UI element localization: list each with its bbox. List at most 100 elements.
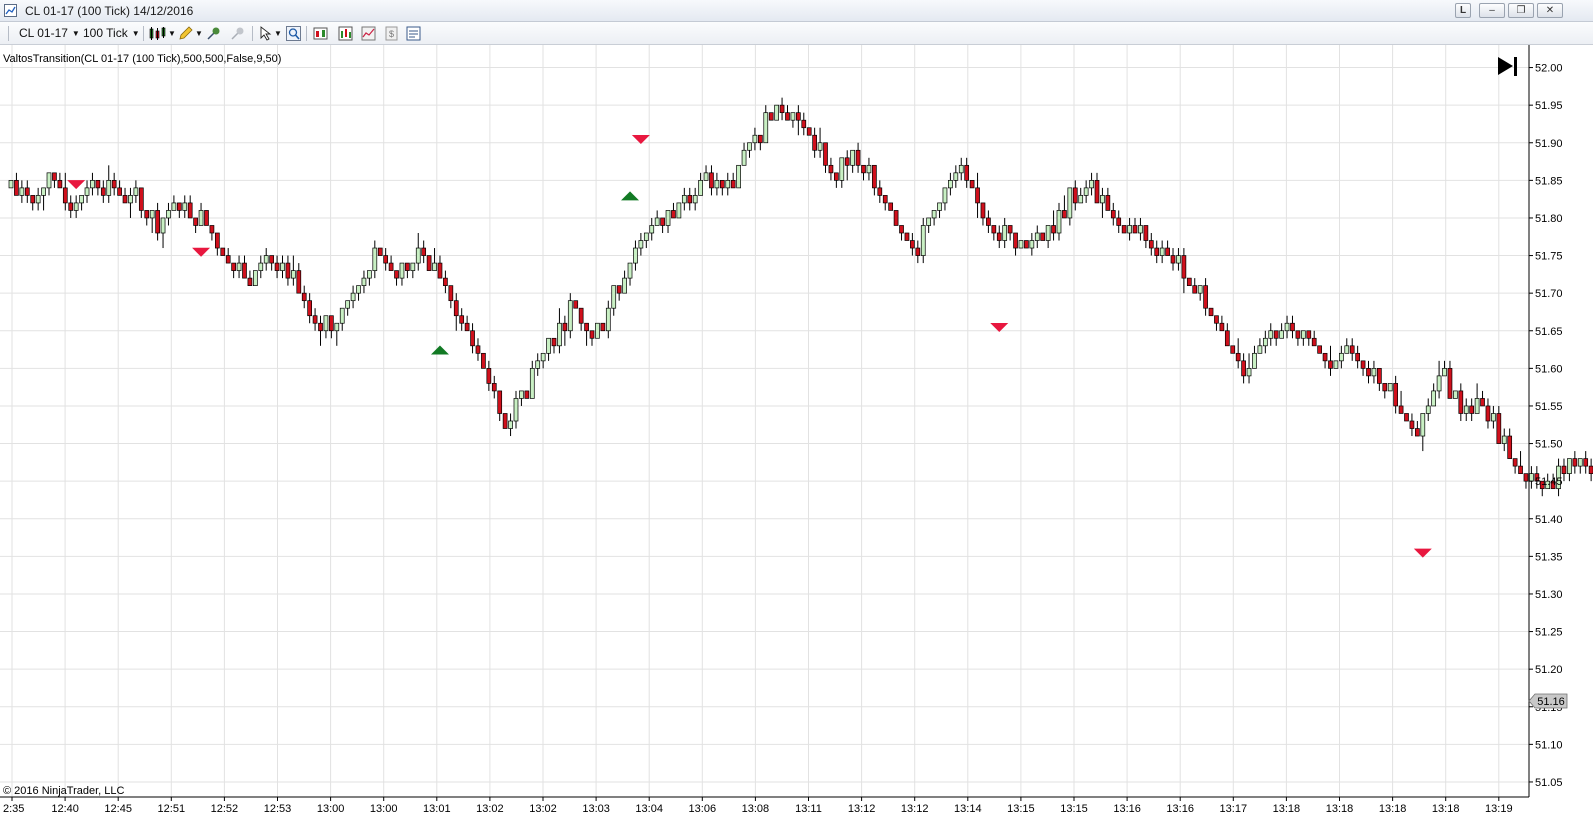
candle-up — [622, 277, 627, 294]
toolbar-separator — [252, 26, 253, 41]
candle-up — [703, 172, 709, 181]
candle-down — [584, 322, 589, 332]
candle-down — [307, 300, 312, 317]
candle-down — [247, 277, 253, 286]
candle-down — [220, 247, 226, 256]
candle-down — [562, 322, 568, 332]
chart-type-icon[interactable] — [149, 26, 167, 41]
candle-down — [1561, 465, 1567, 474]
candle-down — [394, 270, 399, 279]
candle-down — [193, 217, 198, 226]
indicators-icon[interactable] — [338, 26, 353, 41]
data-box-icon[interactable] — [313, 26, 328, 41]
candle-up — [1078, 195, 1084, 204]
cursor-icon[interactable] — [258, 26, 273, 41]
candle-up — [1100, 195, 1105, 204]
candle-up — [605, 307, 611, 332]
candle-down — [426, 255, 432, 271]
candle-up — [567, 300, 573, 332]
candle-up — [817, 142, 823, 151]
candle-down — [1143, 225, 1149, 241]
candle-down — [969, 180, 975, 189]
candle-down — [1051, 225, 1056, 234]
time-tick-label: 12:40 — [51, 803, 79, 815]
candle-down — [1230, 345, 1236, 354]
time-tick-label: 13:02 — [529, 803, 557, 815]
candle-down — [1458, 390, 1464, 414]
candle-down — [14, 180, 19, 196]
candle-down — [1382, 383, 1388, 392]
candle-down — [296, 270, 302, 294]
candle-up — [1344, 345, 1350, 354]
candle-down — [589, 330, 595, 339]
candle-down — [1165, 247, 1170, 256]
candle-up — [676, 202, 682, 219]
candle-down — [1512, 458, 1518, 467]
price-chart[interactable]: 52.00 51.95 51.90 51.85 51.80 51.75 51.70 51.65… — [0, 45, 1593, 834]
jump-to-end-icon[interactable] — [1498, 57, 1517, 76]
candle-down — [30, 195, 36, 204]
time-tick-label: 13:18 — [1326, 803, 1354, 815]
candle-down — [231, 262, 236, 271]
zoom-icon[interactable] — [286, 26, 301, 41]
candle-down — [986, 217, 991, 226]
minimize-button[interactable]: – — [1479, 3, 1505, 18]
candle-down — [1485, 405, 1491, 422]
candle-up — [643, 232, 649, 241]
candle-down — [768, 112, 774, 121]
time-axis[interactable]: 2:35 12:40 12:45 12:51 12:52 12:53 13:00 13:00 1… — [3, 797, 1513, 815]
candle-up — [253, 270, 258, 286]
candle-down — [801, 119, 807, 129]
price-tick-label: 51.95 — [1535, 100, 1563, 112]
candle-up — [698, 180, 703, 196]
candle-down — [1523, 473, 1529, 482]
time-tick-label: 13:18 — [1273, 803, 1301, 815]
candle-up — [1300, 330, 1306, 339]
candle-down — [24, 187, 30, 196]
price-axis[interactable]: 52.00 51.95 51.90 51.85 51.80 51.75 51.70 51.65… — [1529, 63, 1563, 789]
close-button[interactable]: ✕ — [1537, 3, 1563, 18]
time-tick-label: 13:15 — [1007, 803, 1035, 815]
candle-up — [926, 217, 932, 226]
pin-disabled-icon[interactable] — [230, 26, 245, 41]
candle-up — [350, 292, 356, 302]
candle-down — [1181, 255, 1187, 279]
strategies-icon[interactable] — [361, 26, 376, 41]
candle-up — [790, 112, 796, 121]
properties-icon[interactable]: $ — [384, 26, 399, 41]
instrument-selector[interactable]: CL 01-17 ▼ — [19, 25, 80, 42]
candle-down — [285, 262, 291, 279]
candle-down — [1224, 330, 1230, 347]
candle-up — [133, 187, 139, 196]
candle-up — [356, 285, 361, 294]
restore-button[interactable]: ❐ — [1508, 3, 1534, 18]
chevron-down-icon[interactable]: ▼ — [274, 25, 282, 42]
candle-up — [763, 112, 769, 144]
candle-down — [1398, 405, 1404, 414]
price-tick-label: 51.65 — [1535, 326, 1563, 338]
link-button[interactable]: L — [1455, 3, 1471, 18]
candle-up — [334, 322, 340, 332]
template-icon[interactable] — [406, 26, 421, 41]
candle-down — [1094, 180, 1100, 204]
time-tick-label: 2:35 — [3, 803, 24, 815]
svg-text:$: $ — [389, 29, 394, 39]
chevron-down-icon[interactable]: ▼ — [195, 25, 203, 42]
pin-icon[interactable] — [206, 26, 221, 41]
candle-up — [1371, 368, 1377, 377]
candle-up — [41, 187, 46, 196]
toolbar-separator — [306, 26, 307, 41]
time-tick-label: 12:52 — [211, 803, 239, 815]
candle-up — [557, 322, 562, 347]
interval-selector[interactable]: 100 Tick ▼ — [83, 25, 140, 42]
candle-down — [405, 262, 410, 271]
candle-up — [79, 195, 84, 204]
time-tick-label: 13:15 — [1060, 803, 1088, 815]
candle-up — [399, 262, 405, 279]
candle-down — [1273, 330, 1279, 339]
candle-up — [1577, 458, 1583, 467]
candle-down — [62, 187, 68, 204]
pencil-icon[interactable] — [178, 26, 193, 41]
candle-down — [1518, 465, 1523, 474]
chevron-down-icon[interactable]: ▼ — [168, 25, 176, 42]
